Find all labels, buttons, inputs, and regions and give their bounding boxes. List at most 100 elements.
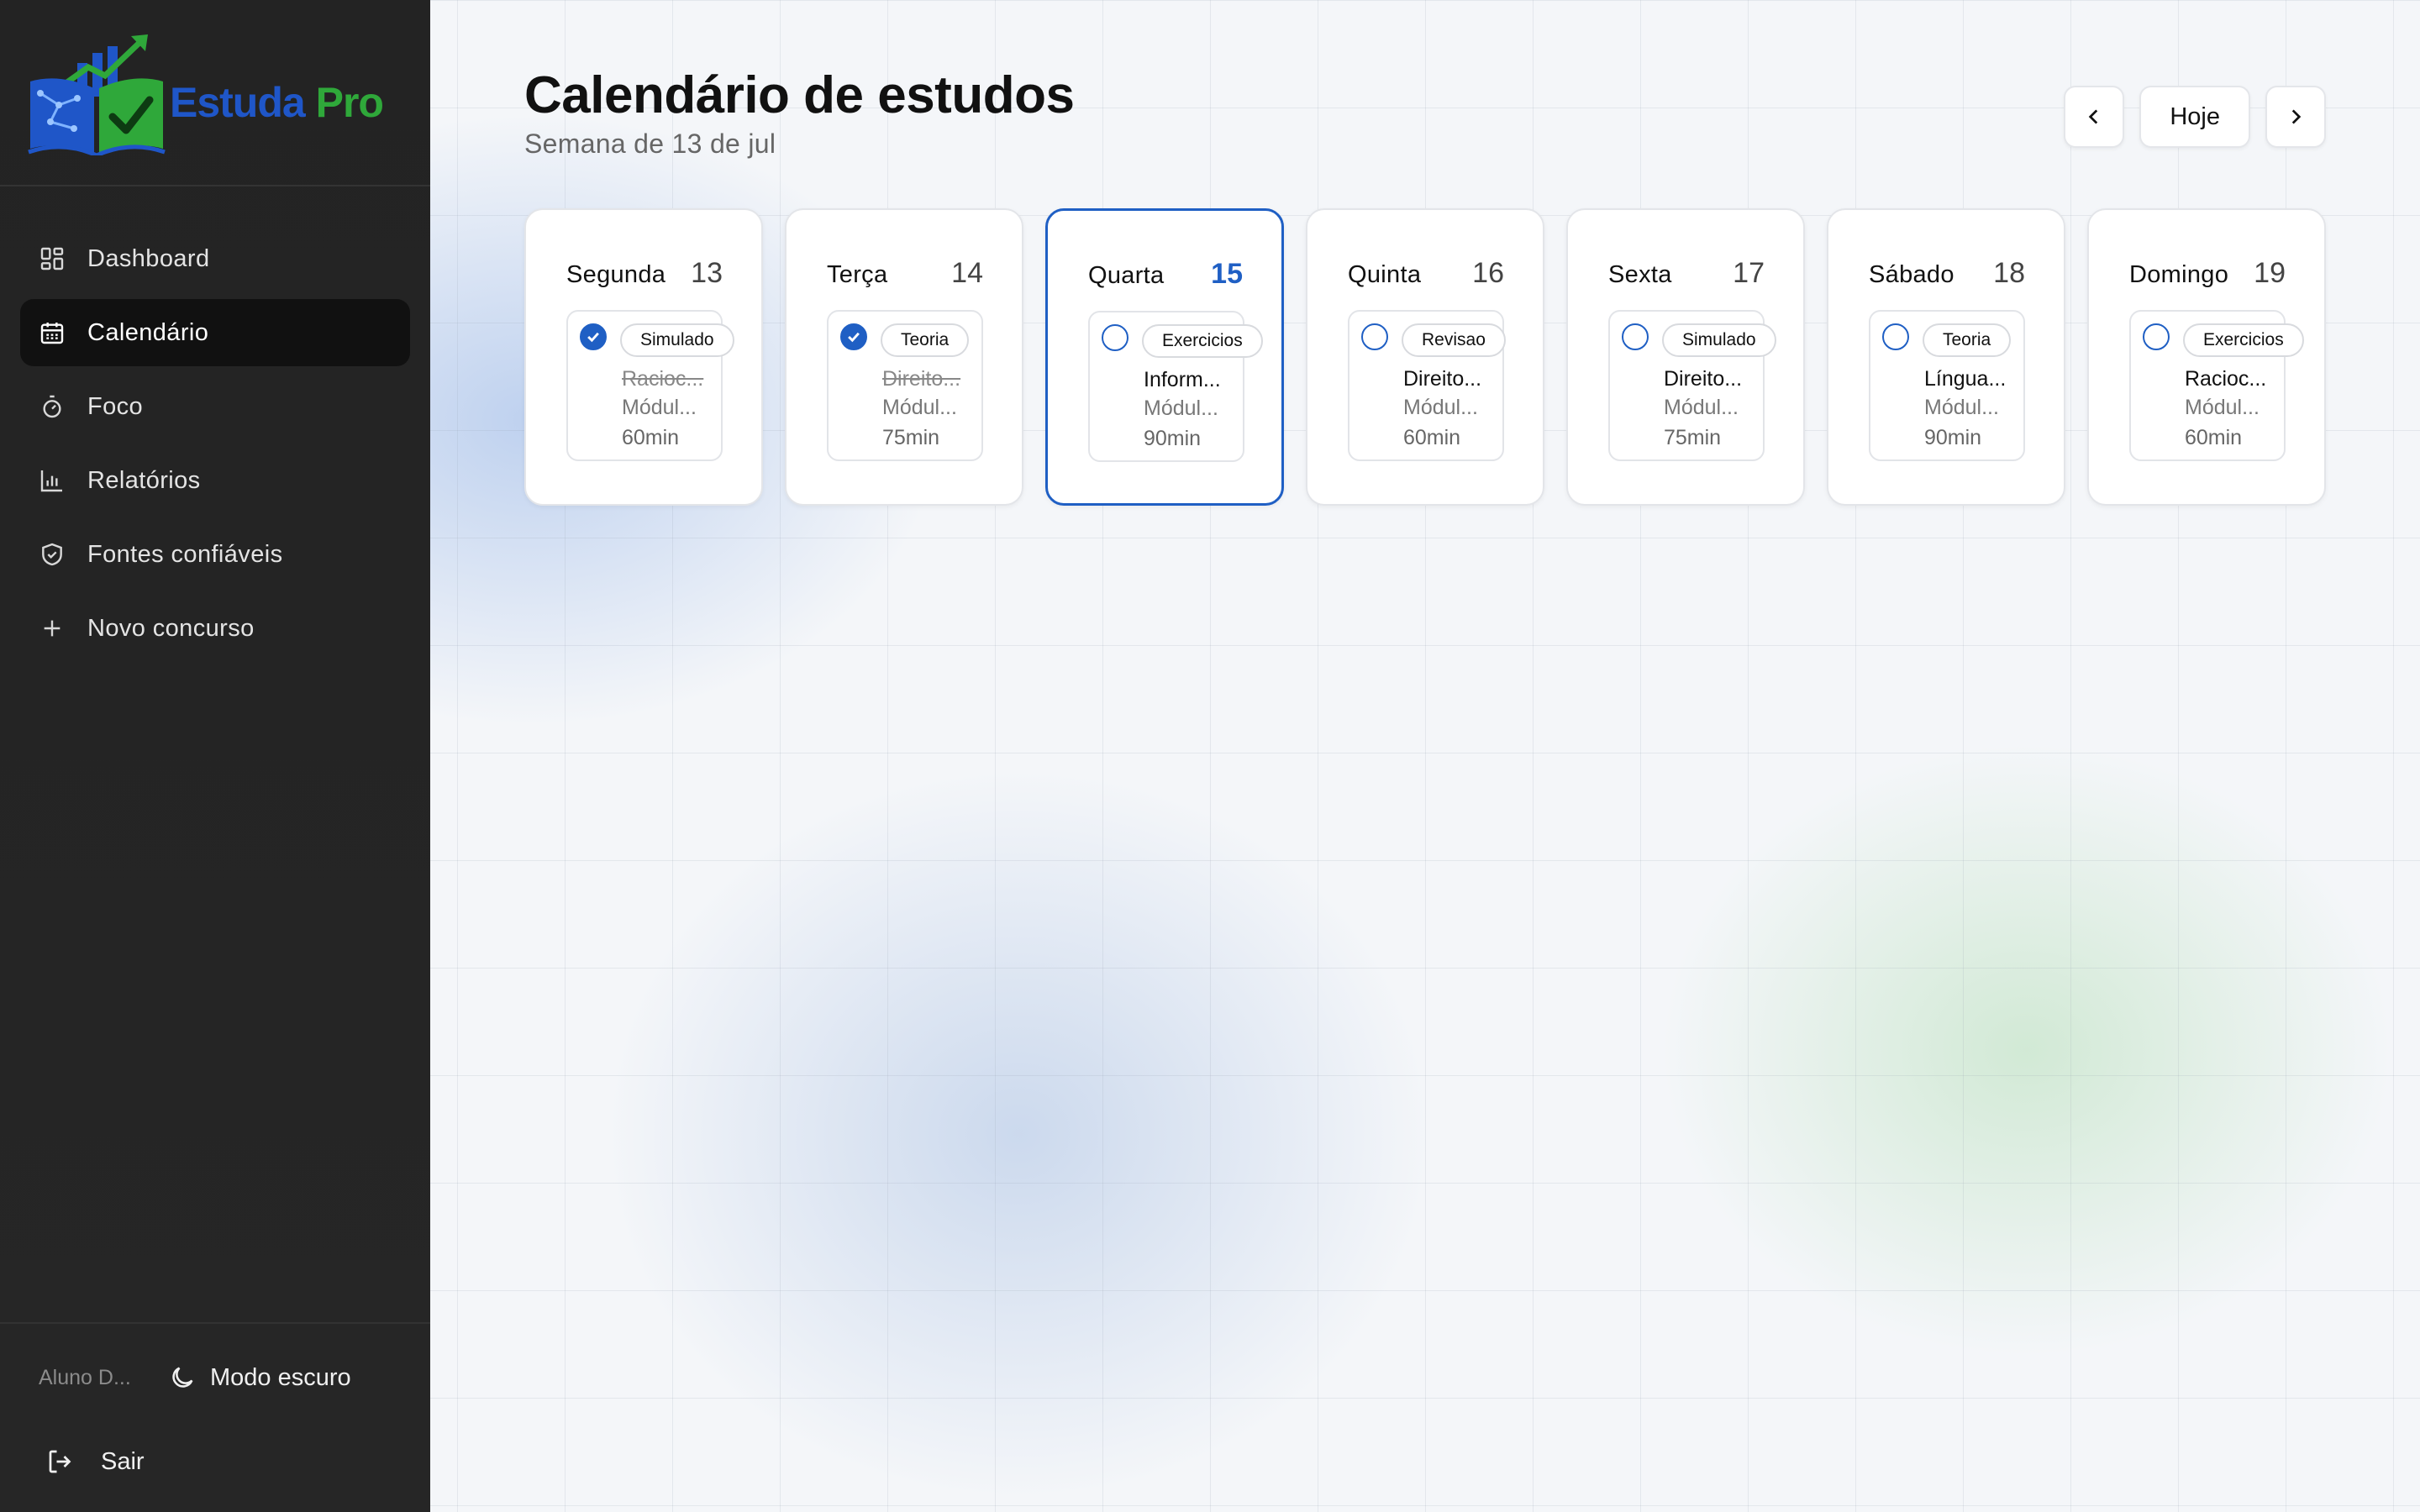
day-card-sunday[interactable]: Domingo 19 Exercicios Racioc... Módul... … (2087, 208, 2326, 506)
task-duration: 90min (1924, 426, 1982, 449)
sidebar-item-label: Dashboard (87, 244, 210, 272)
task-subject: Língua... (1924, 367, 2007, 391)
task-subject: Racioc... (622, 367, 704, 391)
day-number: 17 (1733, 257, 1765, 289)
logout-button[interactable]: Sair (0, 1428, 430, 1495)
check-icon (587, 332, 599, 343)
dashboard-icon (39, 245, 66, 272)
task-duration: 75min (882, 426, 940, 449)
sidebar-item-reports[interactable]: Relatórios (20, 447, 410, 514)
task-subject: Direito... (882, 367, 961, 391)
task-card[interactable]: Simulado Direito... Módul... 75min (1608, 310, 1776, 461)
chevron-right-icon (2291, 109, 2302, 124)
day-number: 13 (691, 257, 723, 289)
task-type-badge: Teoria (1923, 323, 2012, 357)
task-duration: 90min (1144, 427, 1202, 450)
task-checkbox[interactable] (2143, 323, 2170, 350)
sidebar-item-label: Fontes confiáveis (87, 540, 283, 568)
sidebar-item-new-contest[interactable]: Novo concurso (20, 595, 410, 662)
task-checkbox[interactable] (840, 323, 867, 350)
day-name: Terça (827, 261, 888, 288)
task-subject: Direito... (1403, 367, 1482, 391)
sidebar-item-focus[interactable]: Foco (20, 373, 410, 440)
task-duration: 75min (1664, 426, 1722, 449)
task-module: Módul... (622, 396, 697, 419)
week-subtitle: Semana de 13 de jul (524, 129, 776, 159)
sidebar-item-dashboard[interactable]: Dashboard (20, 225, 410, 292)
task-subject: Inform... (1144, 368, 1221, 391)
shield-check-icon (39, 541, 66, 568)
page-header: Calendário de estudos Semana de 13 de ju… (524, 66, 1075, 160)
brand-name: Estuda Pro (170, 79, 384, 126)
task-module: Módul... (1144, 396, 1218, 420)
task-module: Módul... (1664, 396, 1739, 419)
task-checkbox[interactable] (580, 323, 607, 350)
task-subject: Direito... (1664, 367, 1743, 391)
task-checkbox[interactable] (1361, 323, 1388, 350)
user-name: Aluno D... (39, 1365, 131, 1389)
book-chart-logo-icon (28, 34, 166, 155)
logo[interactable]: Estuda Pro (0, 0, 430, 186)
task-module: Módul... (2185, 396, 2260, 419)
day-card-saturday[interactable]: Sábado 18 Teoria Língua... Módul... 90min (1827, 208, 2065, 506)
main-content: Calendário de estudos Semana de 13 de ju… (430, 0, 2420, 1512)
task-module: Módul... (882, 396, 957, 419)
dark-mode-toggle[interactable]: Modo escuro (168, 1363, 351, 1392)
task-checkbox[interactable] (1102, 324, 1128, 351)
sidebar-item-calendar[interactable]: Calendário (20, 299, 410, 366)
day-name: Quarta (1088, 262, 1165, 289)
task-module: Módul... (1924, 396, 1999, 419)
task-card[interactable]: Exercicios Racioc... Módul... 60min (2129, 310, 2304, 461)
day-card-tuesday[interactable]: Terça 14 Teoria Direito... Módul... 75min (785, 208, 1023, 506)
moon-icon (172, 1367, 193, 1388)
task-card[interactable]: Simulado Racioc... Módul... 60min (566, 310, 734, 461)
day-number: 16 (1472, 257, 1504, 289)
task-duration: 60min (1403, 426, 1461, 449)
sidebar-nav: Dashboard Calendário Foco Relatórios Fon… (0, 186, 430, 662)
sidebar-footer: Aluno D... Modo escuro Sair (0, 1322, 430, 1512)
task-type-badge: Exercicios (2183, 323, 2304, 357)
task-type-badge: Exercicios (1142, 324, 1263, 358)
task-card[interactable]: Teoria Língua... Módul... 90min (1869, 310, 2025, 461)
page-title: Calendário de estudos (524, 66, 1075, 124)
previous-week-button[interactable] (2064, 86, 2125, 148)
day-name: Quinta (1348, 261, 1422, 288)
sidebar-item-label: Calendário (87, 318, 209, 346)
calendar-icon (39, 319, 66, 346)
day-card-thursday[interactable]: Quinta 16 Revisao Direito... Módul... 60m… (1306, 208, 1544, 506)
sidebar-item-label: Foco (87, 392, 144, 420)
task-card[interactable]: Exercicios Inform... Módul... 90min (1088, 311, 1263, 462)
task-duration: 60min (2185, 426, 2243, 449)
task-card[interactable]: Teoria Direito... Módul... 75min (827, 310, 983, 461)
sidebar-item-label: Novo concurso (87, 614, 255, 642)
timer-icon (39, 393, 66, 420)
week-days: Segunda 13 Simulado Racioc... Módul... 60… (524, 208, 2326, 506)
task-checkbox[interactable] (1882, 323, 1909, 350)
day-number: 14 (951, 257, 983, 289)
dark-mode-label: Modo escuro (210, 1363, 351, 1391)
task-subject: Racioc... (2185, 367, 2267, 391)
task-checkbox[interactable] (1622, 323, 1649, 350)
day-name: Segunda (566, 261, 666, 288)
day-name: Domingo (2129, 261, 2229, 288)
sidebar-item-trusted-sources[interactable]: Fontes confiáveis (20, 521, 410, 588)
task-duration: 60min (622, 426, 680, 449)
day-number: 19 (2254, 257, 2286, 289)
task-module: Módul... (1403, 396, 1478, 419)
day-name: Sábado (1869, 261, 1954, 288)
plus-icon (39, 615, 66, 642)
sidebar-item-label: Relatórios (87, 466, 201, 494)
task-card[interactable]: Revisao Direito... Módul... 60min (1348, 310, 1506, 461)
today-button[interactable]: Hoje (2139, 86, 2250, 148)
day-card-wednesday[interactable]: Quarta 15 Exercicios Inform... Módul... 9… (1045, 208, 1284, 506)
week-navigation: Hoje (2064, 86, 2326, 148)
task-type-badge: Simulado (1662, 323, 1776, 357)
day-card-friday[interactable]: Sexta 17 Simulado Direito... Módul... 75m… (1566, 208, 1805, 506)
next-week-button[interactable] (2265, 86, 2326, 148)
task-type-badge: Revisao (1402, 323, 1506, 357)
day-number: 18 (1993, 257, 2025, 289)
day-card-monday[interactable]: Segunda 13 Simulado Racioc... Módul... 60… (524, 208, 763, 506)
logout-icon (49, 1450, 71, 1473)
day-number: 15 (1211, 258, 1243, 290)
user-row: Aluno D... Modo escuro (0, 1327, 430, 1428)
